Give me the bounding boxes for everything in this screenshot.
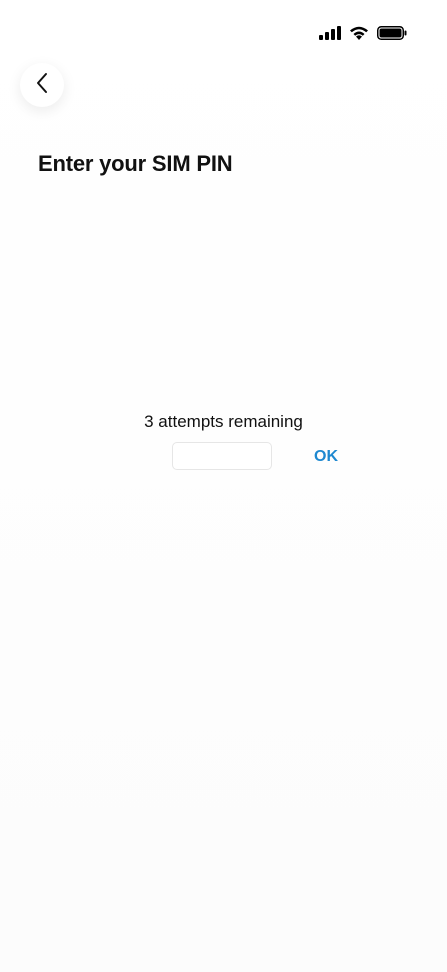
battery-icon [377, 26, 407, 40]
sim-pin-screen: Enter your SIM PIN 3 attempts remaining … [0, 0, 447, 972]
wifi-icon [349, 26, 369, 41]
attempts-remaining-text: 3 attempts remaining [144, 412, 303, 431]
back-button[interactable] [20, 63, 64, 107]
cellular-signal-icon [319, 26, 341, 40]
sim-pin-input[interactable] [172, 442, 272, 470]
chevron-left-icon [35, 72, 49, 99]
ok-button[interactable]: OK [306, 444, 346, 470]
page-title: Enter your SIM PIN [38, 151, 233, 176]
status-bar [319, 22, 407, 44]
